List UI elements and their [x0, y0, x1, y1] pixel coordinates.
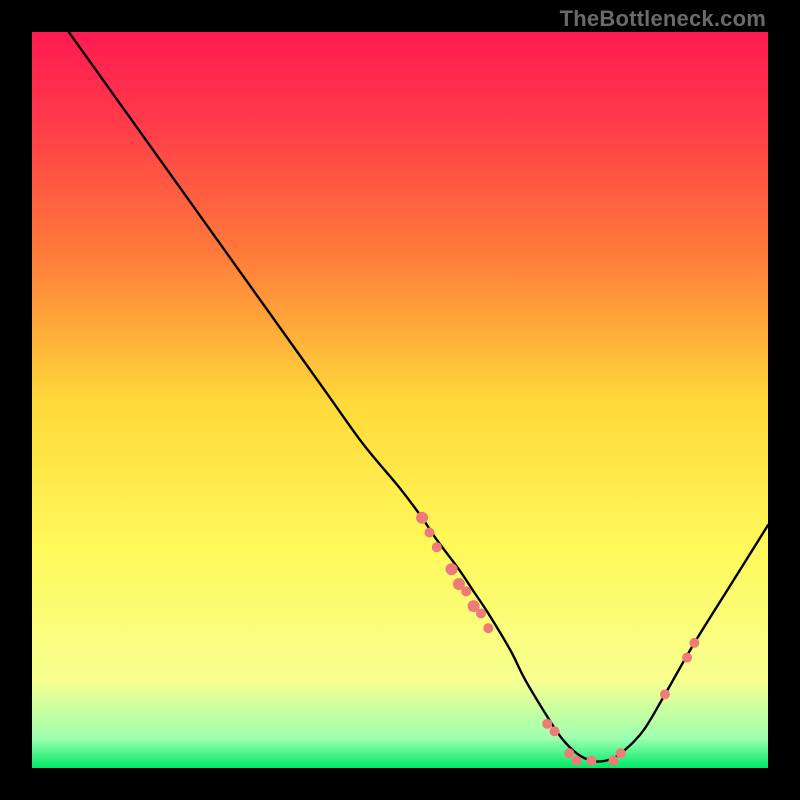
gradient-background — [32, 32, 768, 768]
chart-svg — [32, 32, 768, 768]
data-marker — [689, 638, 699, 648]
data-marker — [682, 653, 692, 663]
data-marker — [432, 542, 442, 552]
data-marker — [476, 608, 486, 618]
data-marker — [461, 586, 471, 596]
data-marker — [660, 689, 670, 699]
data-marker — [616, 748, 626, 758]
data-marker — [483, 623, 493, 633]
data-marker — [572, 756, 582, 766]
plot-area — [32, 32, 768, 768]
data-marker — [542, 719, 552, 729]
data-marker — [564, 748, 574, 758]
data-marker — [416, 512, 428, 524]
data-marker — [608, 756, 618, 766]
data-marker — [424, 527, 434, 537]
watermark-text: TheBottleneck.com — [560, 6, 766, 32]
data-marker — [586, 756, 596, 766]
data-marker — [550, 726, 560, 736]
data-marker — [446, 563, 458, 575]
chart-frame: TheBottleneck.com — [0, 0, 800, 800]
